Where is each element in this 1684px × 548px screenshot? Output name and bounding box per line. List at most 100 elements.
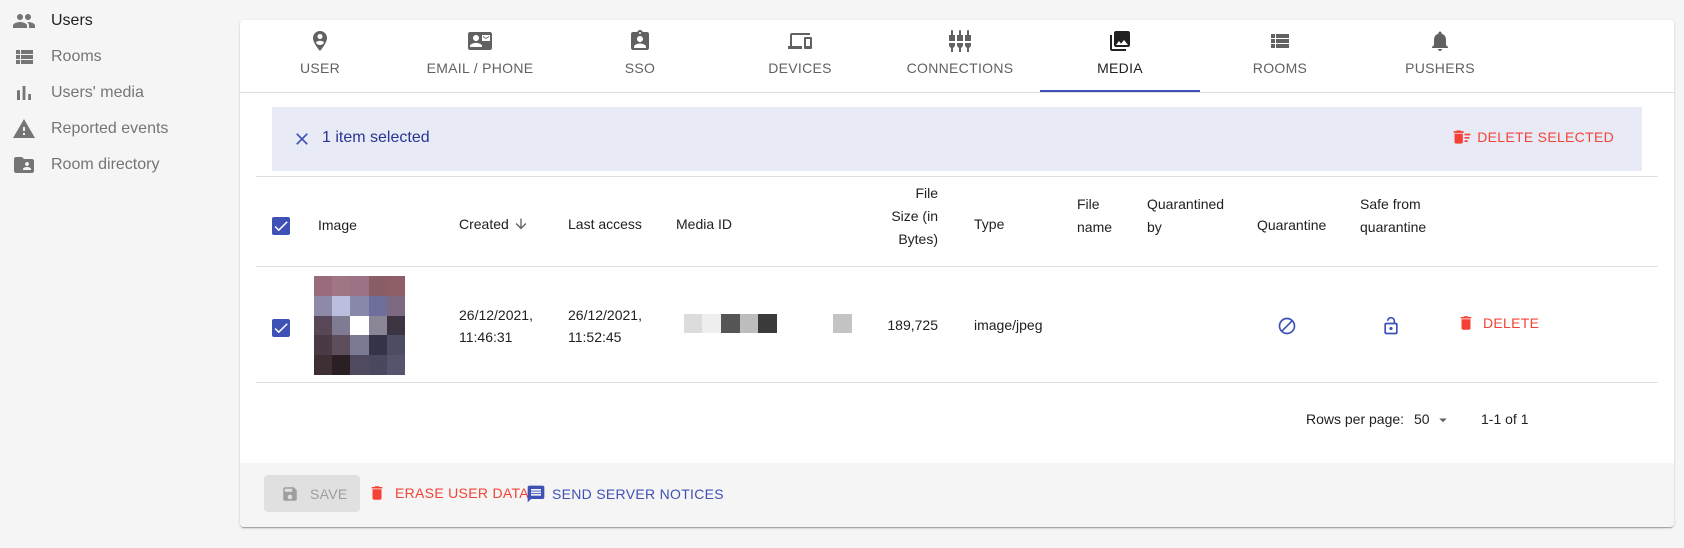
media-thumbnail[interactable]: [314, 276, 405, 375]
column-header-label: Quarantined: [1147, 196, 1225, 212]
column-header-file-name[interactable]: File name: [1077, 193, 1112, 239]
sidebar-item-label: Users: [51, 12, 93, 29]
tab-label: CONNECTIONS: [906, 60, 1014, 76]
safe-from-quarantine-button[interactable]: [1379, 314, 1403, 338]
sidebar-item-reported-events[interactable]: Reported events: [0, 111, 238, 147]
quarantine-button[interactable]: [1275, 314, 1299, 338]
table-divider: [256, 382, 1658, 383]
lock-open-icon: [1384, 316, 1398, 335]
column-header-media-id[interactable]: Media ID: [676, 213, 732, 236]
send-server-notices-button[interactable]: SEND SERVER NOTICES: [526, 484, 724, 504]
cell-last-access: 26/12/2021, 11:52:45: [568, 304, 642, 348]
select-all-checkbox[interactable]: [272, 217, 290, 235]
tab-label: SSO: [624, 60, 656, 76]
tab-sso[interactable]: SSO: [560, 20, 720, 92]
column-header-label: Created: [459, 216, 509, 232]
check-icon: [274, 323, 288, 334]
delete-row-button[interactable]: DELETE: [1457, 314, 1539, 332]
cell-last-access-time: 11:52:45: [568, 329, 622, 345]
column-header-label: File: [1077, 196, 1100, 212]
tab-bar: USER EMAIL / PHONE SSO DEVICES CONNECTIO…: [240, 20, 1674, 93]
cell-type: image/jpeg: [974, 317, 1043, 333]
warning-icon: [12, 117, 36, 141]
arrow-drop-down-icon: [1438, 418, 1447, 423]
delete-sweep-icon: [1453, 130, 1471, 144]
save-label: SAVE: [310, 485, 348, 502]
delete-label: DELETE: [1483, 315, 1540, 331]
delete-selected-label: DELETE SELECTED: [1477, 129, 1614, 145]
cell-file-size: 189,725: [887, 317, 938, 333]
settings-input-component-icon: [948, 29, 972, 53]
column-header-quarantined-by[interactable]: Quarantined by: [1147, 193, 1224, 239]
sidebar-item-label: Room directory: [51, 156, 160, 173]
cell-last-access-date: 26/12/2021,: [568, 307, 642, 323]
tab-label: EMAIL / PHONE: [426, 60, 534, 76]
pagination: Rows per page: 50 1-1 of 1: [240, 404, 1674, 434]
cell-created-time: 11:46:31: [459, 329, 513, 345]
people-icon: [12, 9, 36, 33]
column-header-type[interactable]: Type: [974, 213, 1004, 236]
rows-per-page-value: 50: [1414, 411, 1430, 427]
column-header-created[interactable]: Created: [459, 213, 529, 236]
folder-shared-icon: [12, 153, 36, 177]
column-header-label: name: [1077, 219, 1113, 235]
delete-icon: [371, 486, 383, 500]
sidebar-item-label: Users' media: [51, 84, 144, 101]
sidebar-item-users[interactable]: Users: [0, 3, 238, 39]
table-divider: [256, 266, 1658, 267]
photo-library-icon: [1108, 29, 1132, 53]
column-header-label: File: [915, 185, 938, 201]
row-checkbox[interactable]: [272, 319, 290, 337]
column-header-quarantine: Quarantine: [1257, 217, 1327, 233]
page-range: 1-1 of 1: [1481, 411, 1529, 427]
column-header-image: Image: [318, 217, 357, 233]
user-edit-card: USER EMAIL / PHONE SSO DEVICES CONNECTIO…: [240, 20, 1674, 527]
tab-rooms[interactable]: ROOMS: [1200, 20, 1360, 92]
tab-email-phone[interactable]: EMAIL / PHONE: [400, 20, 560, 92]
delete-selected-button[interactable]: DELETE SELECTED: [1452, 127, 1614, 147]
rows-per-page-select[interactable]: 50: [1414, 411, 1452, 429]
notifications-icon: [1428, 29, 1452, 53]
tab-label: MEDIA: [1097, 60, 1143, 76]
tab-label: PUSHERS: [1405, 60, 1475, 76]
sidebar-item-rooms[interactable]: Rooms: [0, 39, 238, 75]
bar-chart-icon: [12, 81, 36, 105]
column-header-label: Bytes): [898, 231, 938, 247]
view-list-icon: [1268, 29, 1292, 53]
erase-user-data-button[interactable]: ERASE USER DATA: [368, 484, 529, 502]
message-icon: [527, 485, 545, 503]
column-header-label: Size (in: [891, 208, 938, 224]
table-divider: [256, 176, 1658, 177]
arrow-downward-icon: [509, 216, 529, 232]
contact-mail-icon: [468, 29, 492, 53]
tab-pushers[interactable]: PUSHERS: [1360, 20, 1520, 92]
tab-media[interactable]: MEDIA: [1040, 20, 1200, 92]
tab-label: USER: [299, 60, 341, 76]
erase-label: ERASE USER DATA: [395, 485, 529, 501]
sidebar-item-users-media[interactable]: Users' media: [0, 75, 238, 111]
check-icon: [274, 221, 288, 232]
column-header-last-access[interactable]: Last access: [568, 213, 642, 236]
cell-created: 26/12/2021, 11:46:31: [459, 304, 533, 348]
sidebar-item-label: Reported events: [51, 120, 169, 137]
sidebar-item-label: Rooms: [51, 48, 102, 65]
delete-icon: [1460, 316, 1472, 330]
devices-icon: [788, 29, 812, 53]
tab-connections[interactable]: CONNECTIONS: [880, 20, 1040, 92]
column-header-safe-from-quarantine[interactable]: Safe from quarantine: [1360, 193, 1426, 239]
cell-created-date: 26/12/2021,: [459, 307, 533, 323]
save-button[interactable]: SAVE: [264, 475, 360, 512]
rows-per-page-label: Rows per page:: [1306, 411, 1405, 427]
tab-user[interactable]: USER: [240, 20, 400, 92]
column-header-label: quarantine: [1360, 219, 1427, 235]
column-header-file-size[interactable]: File Size (in Bytes): [860, 182, 938, 251]
close-icon[interactable]: [290, 127, 314, 151]
active-tab-indicator: [1040, 90, 1200, 92]
tab-label: ROOMS: [1252, 60, 1308, 76]
bulk-actions-toolbar: 1 item selected DELETE SELECTED: [272, 107, 1642, 171]
block-icon: [1278, 317, 1296, 335]
sidebar-item-room-directory[interactable]: Room directory: [0, 147, 238, 183]
tab-devices[interactable]: DEVICES: [720, 20, 880, 92]
notice-label: SEND SERVER NOTICES: [552, 486, 724, 502]
tab-label: DEVICES: [768, 60, 832, 76]
